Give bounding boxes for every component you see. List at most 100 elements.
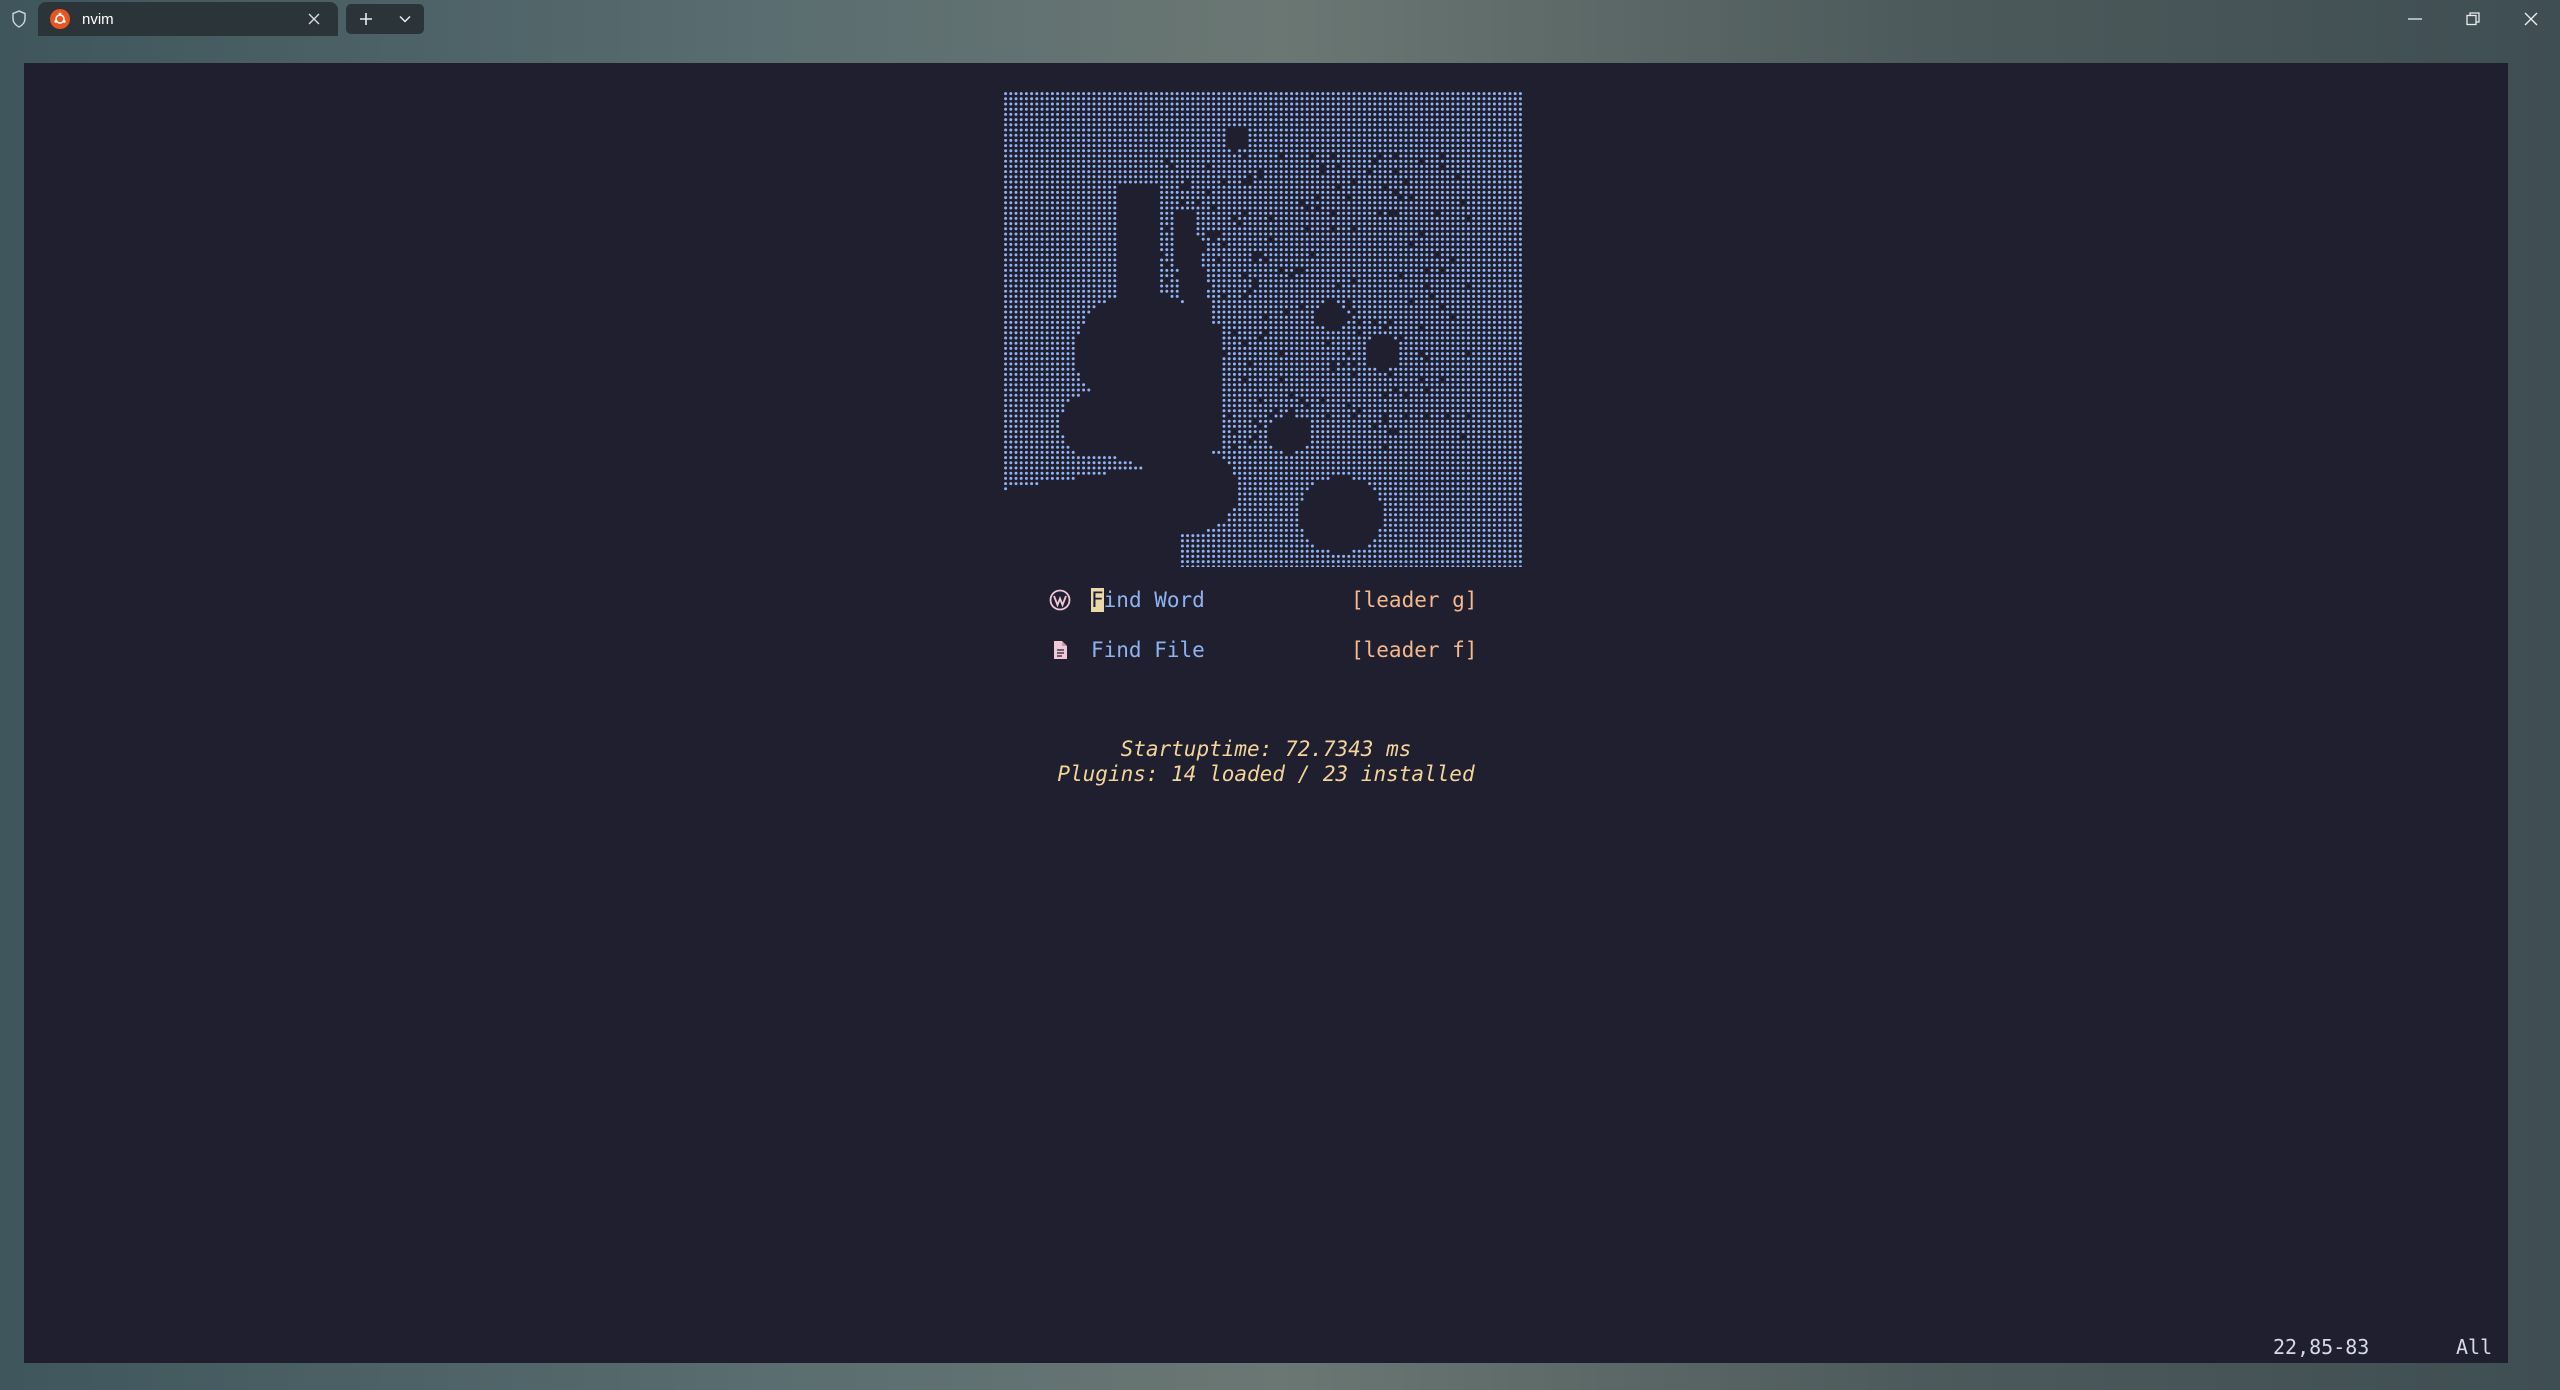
art-dot (1518, 294, 1522, 298)
art-dot (1061, 263, 1065, 267)
art-dot (1336, 258, 1340, 262)
art-dot (1487, 346, 1491, 350)
art-dot (1461, 274, 1465, 278)
art-dot (1290, 170, 1294, 174)
art-dot (1435, 159, 1439, 163)
restore-icon[interactable] (2444, 0, 2502, 38)
art-dot (1030, 196, 1034, 200)
art-dot (1264, 284, 1268, 288)
art-dot (1326, 284, 1330, 288)
minimize-icon[interactable] (2386, 0, 2444, 38)
art-dot (1227, 279, 1231, 283)
art-dot (1451, 346, 1455, 350)
art-dot (1425, 154, 1429, 158)
art-dot (1071, 294, 1075, 298)
art-dot (1258, 305, 1262, 309)
art-dot (1102, 164, 1106, 168)
art-dot (1040, 300, 1044, 304)
art-dot (1498, 346, 1502, 350)
art-dot (1284, 159, 1288, 163)
art-dot (1347, 170, 1351, 174)
art-dot (1446, 398, 1450, 402)
art-dot (1186, 123, 1190, 127)
art-dot (1227, 310, 1231, 314)
art-dot (1149, 144, 1153, 148)
art-dot (1227, 118, 1231, 122)
art-dot (1238, 196, 1242, 200)
tab-nvim[interactable]: nvim (38, 2, 338, 36)
art-dot (1461, 211, 1465, 215)
art-dot (1113, 149, 1117, 153)
art-dot (1024, 154, 1028, 158)
art-dot (1357, 144, 1361, 148)
art-dot (1394, 300, 1398, 304)
art-dot (1212, 242, 1216, 246)
art-dot (1310, 378, 1314, 382)
art-dot (1368, 248, 1372, 252)
art-dot (1076, 294, 1080, 298)
art-dot (1300, 352, 1304, 356)
art-dot (1009, 123, 1013, 127)
art-dot (1305, 310, 1309, 314)
art-dot (1347, 97, 1351, 101)
art-dot (1498, 97, 1502, 101)
art-dot (1513, 185, 1517, 189)
art-dot (1508, 180, 1512, 184)
art-dot (1024, 320, 1028, 324)
art-dot (1035, 346, 1039, 350)
plus-icon[interactable] (346, 4, 386, 34)
art-dot (1253, 336, 1257, 340)
art-dot (1347, 118, 1351, 122)
art-dot (1009, 341, 1013, 345)
art-dot (1492, 138, 1496, 142)
art-dot (1388, 133, 1392, 137)
art-dot (1134, 149, 1138, 153)
art-dot (1113, 222, 1117, 226)
art-dot (1425, 331, 1429, 335)
art-dot (1461, 222, 1465, 226)
art-dot (1030, 253, 1034, 257)
close-icon[interactable] (2502, 0, 2560, 38)
art-dot (1061, 185, 1065, 189)
art-dot (1118, 107, 1122, 111)
art-dot (1092, 232, 1096, 236)
art-dot (1004, 289, 1008, 293)
art-dot (1466, 232, 1470, 236)
art-dot (1414, 336, 1418, 340)
art-dot (1508, 383, 1512, 387)
art-dot (1248, 378, 1252, 382)
art-dot (1264, 263, 1268, 267)
art-dot (1004, 274, 1008, 278)
art-dot (1175, 164, 1179, 168)
art-dot (1004, 279, 1008, 283)
art-dot (1170, 232, 1174, 236)
art-dot (1040, 274, 1044, 278)
art-dot (1175, 294, 1179, 298)
art-dot (1305, 383, 1309, 387)
art-dot (1040, 92, 1044, 96)
art-dot (1466, 118, 1470, 122)
art-dot (1035, 201, 1039, 205)
art-dot (1336, 138, 1340, 142)
art-dot (1030, 248, 1034, 252)
art-dot (1451, 393, 1455, 397)
art-dot (1045, 393, 1049, 397)
art-dot (1217, 300, 1221, 304)
art-dot (1019, 190, 1023, 194)
art-dot (1248, 268, 1252, 272)
art-dot (1482, 263, 1486, 267)
art-dot (1425, 367, 1429, 371)
art-dot (1087, 237, 1091, 241)
art-dot (1342, 133, 1346, 137)
art-dot (1435, 97, 1439, 101)
nvim-terminal[interactable]: Find Word [leader g] Find File [leader f… (24, 63, 2508, 1363)
art-dot (1305, 190, 1309, 194)
chevron-down-icon[interactable] (386, 4, 424, 34)
art-dot (1108, 144, 1112, 148)
shield-icon[interactable] (8, 8, 30, 30)
art-dot (1269, 190, 1273, 194)
art-dot (1076, 112, 1080, 116)
art-dot (1201, 170, 1205, 174)
close-icon[interactable] (304, 9, 324, 29)
art-dot (1316, 190, 1320, 194)
